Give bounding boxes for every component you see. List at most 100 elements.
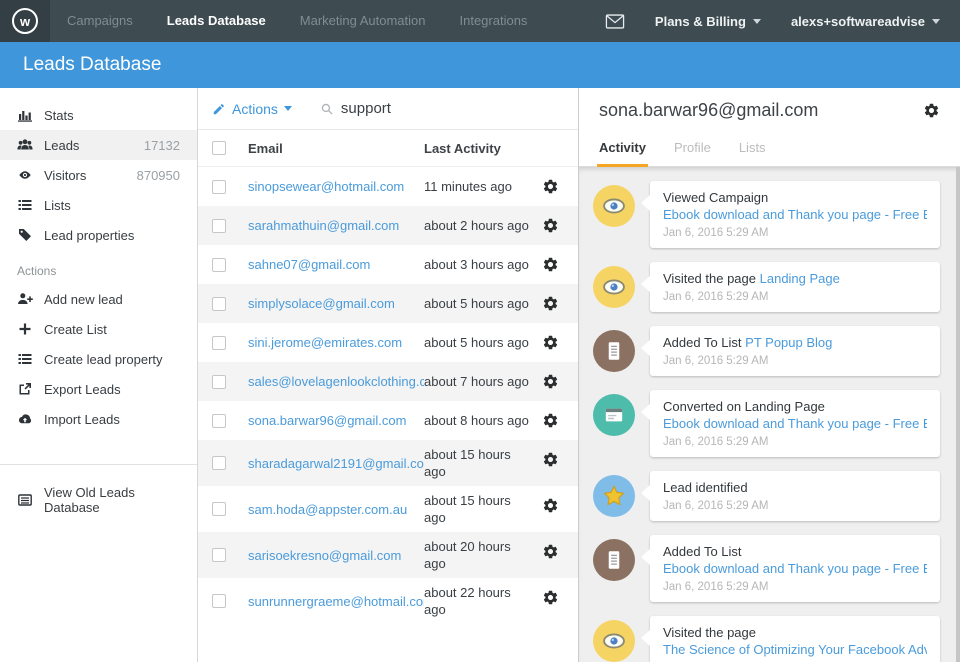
last-activity-value: about 15 hours ago [424,446,542,480]
users-icon [17,137,33,153]
search-input[interactable] [341,100,521,117]
row-gear-icon[interactable] [542,451,578,468]
plans-billing-menu[interactable]: Plans & Billing [655,14,761,29]
page-header: Leads Database [0,42,960,88]
lead-email-link[interactable]: sarahmathuin@gmail.com [248,218,424,233]
activity-browser-icon [593,394,635,436]
lead-email-link[interactable]: sales@lovelagenlookclothing.co... [248,374,424,389]
tab-lists[interactable]: Lists [739,132,766,166]
activity-link[interactable]: Ebook download and Thank you page - Free… [663,415,927,432]
row-checkbox[interactable] [212,594,226,608]
sidebar-action-label: Create lead property [44,352,163,367]
chevron-down-icon [753,19,761,24]
sidebar-item-label: Stats [44,108,74,123]
lead-email-link[interactable]: sini.jerome@emirates.com [248,335,424,350]
row-checkbox[interactable] [212,180,226,194]
last-activity-value: about 20 hours ago [424,538,542,572]
search-icon [320,102,334,116]
table-row: sarisoekresno@gmail.comabout 20 hours ag… [198,532,578,578]
row-checkbox[interactable] [212,456,226,470]
app-logo[interactable]: w [0,0,50,42]
nav-item-integrations[interactable]: Integrations [443,0,545,42]
row-checkbox[interactable] [212,297,226,311]
sidebar-action-export-leads[interactable]: Export Leads [0,374,197,404]
detail-header: sona.barwar96@gmail.com [579,88,960,132]
lead-email-link[interactable]: sam.hoda@appster.com.au [248,502,424,517]
activity-title-link[interactable]: Landing Page [760,271,840,286]
activity-feed: Viewed CampaignEbook download and Thank … [579,167,960,662]
activity-link[interactable]: Ebook download and Thank you page - Free… [663,560,927,577]
row-gear-icon[interactable] [542,334,578,351]
detail-settings-gear-icon[interactable] [923,102,940,119]
row-gear-icon[interactable] [542,543,578,560]
activity-date: Jan 6, 2016 5:29 AM [663,435,927,449]
row-checkbox[interactable] [212,414,226,428]
row-gear-icon[interactable] [542,178,578,195]
activity-doc-icon [593,539,635,581]
table-row: sam.hoda@appster.com.auabout 15 hours ag… [198,486,578,532]
sidebar-item-lead-properties[interactable]: Lead properties [0,220,197,250]
activity-date: Jan 6, 2016 5:29 AM [663,290,927,304]
activity-link[interactable]: Ebook download and Thank you page - Free… [663,206,927,223]
sidebar-action-label: Import Leads [44,412,120,427]
sidebar-action-items: Add new lead Create List Create lead prope… [0,284,197,434]
sidebar-item-view-old-leads-database[interactable]: View Old Leads Database [0,485,197,515]
activity-title: Added To List [663,543,927,560]
feed-scrollbar[interactable] [956,167,960,662]
account-menu[interactable]: alexs+softwareadvise [791,14,940,29]
tab-activity[interactable]: Activity [599,132,646,166]
sidebar-action-label: Export Leads [44,382,121,397]
row-gear-icon[interactable] [542,217,578,234]
sidebar-footer-label: View Old Leads Database [44,485,180,515]
row-checkbox[interactable] [212,219,226,233]
activity-title: Viewed Campaign [663,189,927,206]
sidebar-item-stats[interactable]: Stats [0,100,197,130]
activity-card: Added To ListEbook download and Thank yo… [650,535,940,602]
detail-tabs: Activity Profile Lists [579,132,960,167]
messages-envelope-icon[interactable] [605,14,625,29]
app-window: w CampaignsLeads DatabaseMarketing Autom… [0,0,960,662]
row-gear-icon[interactable] [542,256,578,273]
sidebar-action-label: Add new lead [44,292,123,307]
cloud-upload-icon [17,411,33,427]
lead-email-link[interactable]: sarisoekresno@gmail.com [248,548,424,563]
row-checkbox[interactable] [212,502,226,516]
tab-profile[interactable]: Profile [674,132,711,166]
sidebar-action-create-list[interactable]: Create List [0,314,197,344]
sidebar-item-lists[interactable]: Lists [0,190,197,220]
nav-item-campaigns[interactable]: Campaigns [50,0,150,42]
sidebar-action-add-new-lead[interactable]: Add new lead [0,284,197,314]
row-checkbox[interactable] [212,548,226,562]
lead-email-link[interactable]: sona.barwar96@gmail.com [248,413,424,428]
sidebar-item-leads[interactable]: Leads17132 [0,130,197,160]
row-gear-icon[interactable] [542,589,578,606]
activity-card: Converted on Landing PageEbook download … [650,390,940,457]
activity-date: Jan 6, 2016 5:29 AM [663,580,927,594]
nav-item-marketing-automation[interactable]: Marketing Automation [283,0,443,42]
row-checkbox[interactable] [212,258,226,272]
row-checkbox[interactable] [212,375,226,389]
actions-dropdown[interactable]: Actions [212,101,292,117]
sidebar-action-import-leads[interactable]: Import Leads [0,404,197,434]
sidebar-action-create-lead-property[interactable]: Create lead property [0,344,197,374]
nav-item-leads-database[interactable]: Leads Database [150,0,283,42]
sidebar-item-visitors[interactable]: Visitors870950 [0,160,197,190]
last-activity-value: 11 minutes ago [424,178,542,195]
activity-date: Jan 6, 2016 5:29 AM [663,354,927,368]
activity-link[interactable]: The Science of Optimizing Your Facebook … [663,641,927,658]
lead-email-link[interactable]: sinopsewear@hotmail.com [248,179,424,194]
lead-email-link[interactable]: sunrunnergraeme@hotmail.com [248,594,424,609]
select-all-checkbox[interactable] [212,141,226,155]
lead-email-link[interactable]: simplysolace@gmail.com [248,296,424,311]
row-gear-icon[interactable] [542,412,578,429]
row-gear-icon[interactable] [542,497,578,514]
lead-email-link[interactable]: sahne07@gmail.com [248,257,424,272]
tag-icon [17,227,33,243]
table-header: Email Last Activity [198,130,578,167]
activity-date: Jan 6, 2016 5:29 AM [663,499,927,513]
row-gear-icon[interactable] [542,373,578,390]
row-checkbox[interactable] [212,336,226,350]
activity-title-link[interactable]: PT Popup Blog [745,335,832,350]
lead-email-link[interactable]: sharadagarwal2191@gmail.com [248,456,424,471]
row-gear-icon[interactable] [542,295,578,312]
